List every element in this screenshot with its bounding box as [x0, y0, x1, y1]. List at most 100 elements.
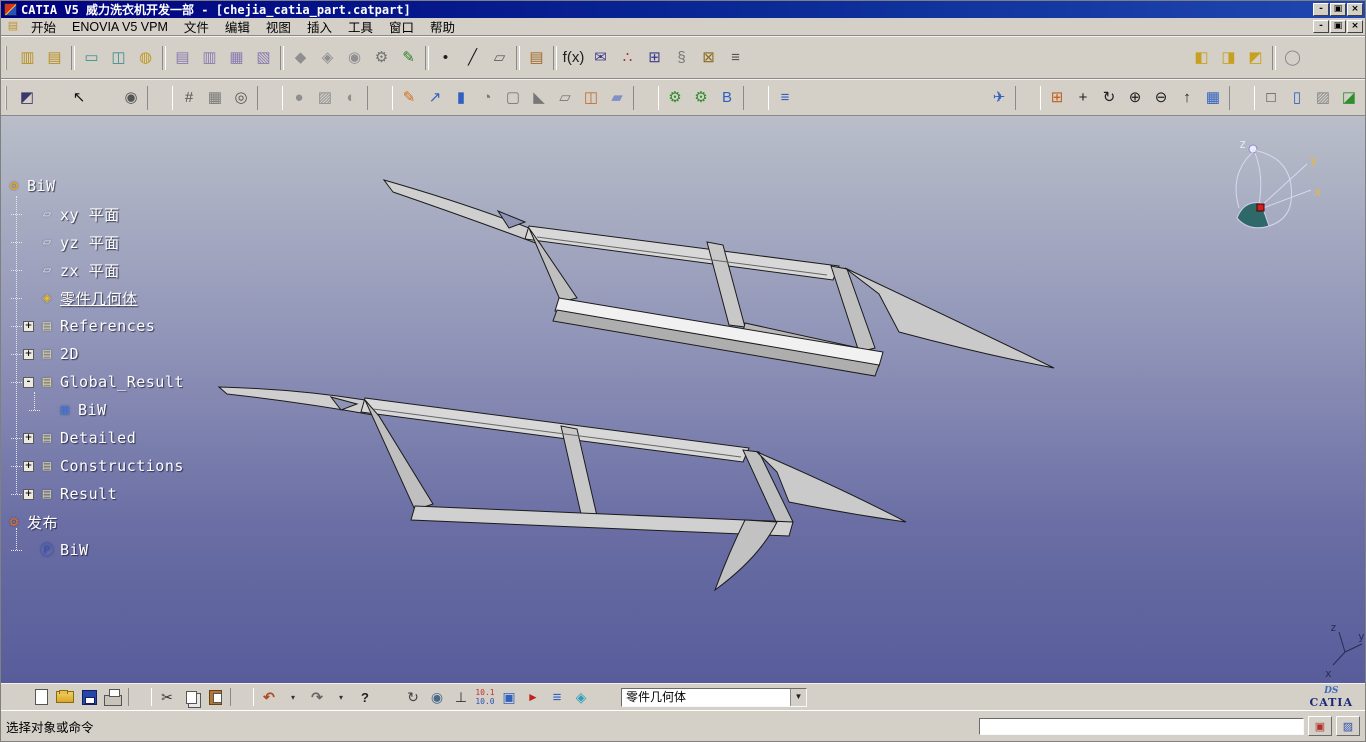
- freestyle-copy-icon[interactable]: ▤: [169, 45, 196, 71]
- power-input-field[interactable]: [979, 718, 1304, 735]
- design-table-icon[interactable]: ⊞: [641, 45, 668, 71]
- pad-icon[interactable]: ▮: [448, 86, 474, 110]
- redo-icon[interactable]: [305, 686, 329, 708]
- restore-button[interactable]: ▣: [1330, 3, 1346, 16]
- document-restore-button[interactable]: ▣: [1330, 20, 1346, 33]
- menu-item[interactable]: 插入: [299, 16, 340, 37]
- toolbar-grip[interactable]: [5, 46, 9, 70]
- normal-view-icon[interactable]: ↑: [1174, 86, 1200, 110]
- line-icon[interactable]: ╱: [459, 45, 486, 71]
- tree-item[interactable]: + ▤ Detailed: [5, 424, 184, 452]
- menu-item[interactable]: 开始: [23, 16, 64, 37]
- groove-icon[interactable]: ◔: [474, 86, 500, 110]
- checker-plane-icon[interactable]: ▨: [1310, 86, 1336, 110]
- menu-item[interactable]: 工具: [340, 16, 381, 37]
- measure-icon[interactable]: ▭: [78, 45, 105, 71]
- pan-icon[interactable]: +: [1070, 86, 1096, 110]
- link-manager-icon[interactable]: ◩: [14, 86, 40, 110]
- open-document-icon[interactable]: [53, 686, 77, 708]
- menu-item[interactable]: 编辑: [217, 16, 258, 37]
- layers-icon[interactable]: ≡: [722, 45, 749, 71]
- pocket-icon[interactable]: ▢: [500, 86, 526, 110]
- side-frame-upper[interactable]: [384, 180, 1054, 376]
- copy-icon[interactable]: [179, 686, 203, 708]
- snap-values-icon[interactable]: [473, 686, 497, 708]
- compass[interactable]: z y x: [1236, 137, 1321, 228]
- tree-item[interactable]: + ▤ Result: [5, 480, 184, 508]
- fit-all-in-icon[interactable]: ⊞: [1044, 86, 1070, 110]
- menu-item[interactable]: 窗口: [381, 16, 422, 37]
- hatch-plane-icon[interactable]: ▨: [312, 86, 338, 110]
- tree-item[interactable]: + ▤ Constructions: [5, 452, 184, 480]
- structure-list-icon[interactable]: [545, 686, 569, 708]
- wireframe-cube-icon[interactable]: □: [1258, 86, 1284, 110]
- new-document-icon[interactable]: [29, 686, 53, 708]
- chamfer-icon[interactable]: ◣: [526, 86, 552, 110]
- layer-filter-icon[interactable]: ≡: [772, 86, 798, 110]
- document-close-button[interactable]: ×: [1347, 20, 1363, 33]
- point-icon[interactable]: •: [432, 45, 459, 71]
- tree-item[interactable]: + ▤ 2D: [5, 340, 184, 368]
- snap-to-point-icon[interactable]: #: [176, 86, 202, 110]
- undo-icon[interactable]: [257, 686, 281, 708]
- menu-item[interactable]: 帮助: [422, 16, 463, 37]
- gear-settings-icon[interactable]: ⚙: [368, 45, 395, 71]
- ring-icon[interactable]: ◯: [1279, 45, 1306, 71]
- formula-icon[interactable]: f(x): [560, 45, 587, 71]
- sketch-check-icon[interactable]: ✎: [395, 45, 422, 71]
- cut-icon[interactable]: [155, 686, 179, 708]
- open-catalog-icon[interactable]: ▤: [41, 45, 68, 71]
- active-body-combobox[interactable]: 零件几何体 ▼: [621, 688, 807, 707]
- status-button-left[interactable]: ▣: [1308, 716, 1332, 736]
- model-canvas[interactable]: z y x z y x: [1, 116, 1365, 683]
- tree-expander[interactable]: +: [23, 349, 34, 360]
- menu-item[interactable]: ENOVIA V5 VPM: [64, 19, 176, 35]
- combobox-dropdown-icon[interactable]: ▼: [790, 689, 806, 706]
- annotation-icon[interactable]: ✉: [587, 45, 614, 71]
- tree-item[interactable]: ⚙ 发布: [5, 508, 184, 536]
- sketcher-icon[interactable]: ✎: [396, 86, 422, 110]
- catalog-browser-icon[interactable]: [425, 686, 449, 708]
- extrude-icon[interactable]: ◆: [287, 45, 314, 71]
- tree-expander[interactable]: -: [23, 377, 34, 388]
- zoom-out-icon[interactable]: ⊖: [1148, 86, 1174, 110]
- sphere-primitive-icon[interactable]: ◉: [341, 45, 368, 71]
- tree-item[interactable]: ⚙ BiW: [5, 172, 184, 200]
- expert-check-icon[interactable]: ◩: [1242, 45, 1269, 71]
- print-icon[interactable]: [101, 686, 125, 708]
- plane-create-icon[interactable]: ▱: [552, 86, 578, 110]
- constraint-icon[interactable]: ∴: [614, 45, 641, 71]
- axis-system-icon[interactable]: [449, 686, 473, 708]
- link-icon[interactable]: §: [668, 45, 695, 71]
- plane-icon[interactable]: ▱: [486, 45, 513, 71]
- knowledge-pattern-icon[interactable]: ◧: [1188, 45, 1215, 71]
- measure-between-icon[interactable]: ◫: [105, 45, 132, 71]
- assemble-icon[interactable]: ◫: [578, 86, 604, 110]
- half-shaded-sphere-icon[interactable]: ◐: [338, 86, 364, 110]
- document-minimize-button[interactable]: -: [1313, 20, 1329, 33]
- toolbar-grip[interactable]: [5, 86, 9, 110]
- refresh-icon[interactable]: [401, 686, 425, 708]
- hide-show-icon[interactable]: ◪: [1336, 86, 1362, 110]
- exit-workbench-icon[interactable]: ↗: [422, 86, 448, 110]
- document-window-icon[interactable]: ▤: [6, 20, 20, 33]
- freestyle-paste-icon[interactable]: ▥: [196, 45, 223, 71]
- fly-mode-icon[interactable]: ✈: [986, 86, 1012, 110]
- menu-item[interactable]: 视图: [258, 16, 299, 37]
- target-icon[interactable]: ◎: [228, 86, 254, 110]
- tree-item[interactable]: ◈ 零件几何体: [5, 284, 184, 312]
- shading-cylinder-icon[interactable]: ▯: [1284, 86, 1310, 110]
- viewport-3d[interactable]: z y x z y x: [1, 116, 1365, 683]
- tree-expander[interactable]: +: [23, 321, 34, 332]
- undo-history-dropdown-icon[interactable]: [281, 686, 305, 708]
- save-icon[interactable]: [77, 686, 101, 708]
- lock-icon[interactable]: ⊠: [695, 45, 722, 71]
- app-icon[interactable]: [4, 3, 17, 16]
- status-button-right[interactable]: ▨: [1336, 716, 1360, 736]
- close-button[interactable]: ×: [1347, 3, 1363, 16]
- paste-icon[interactable]: [203, 686, 227, 708]
- work-grid-icon[interactable]: ▦: [202, 86, 228, 110]
- revolve-icon[interactable]: ◈: [314, 45, 341, 71]
- thick-surface-icon[interactable]: ▰: [604, 86, 630, 110]
- catalog-browser-icon[interactable]: ▤: [523, 45, 550, 71]
